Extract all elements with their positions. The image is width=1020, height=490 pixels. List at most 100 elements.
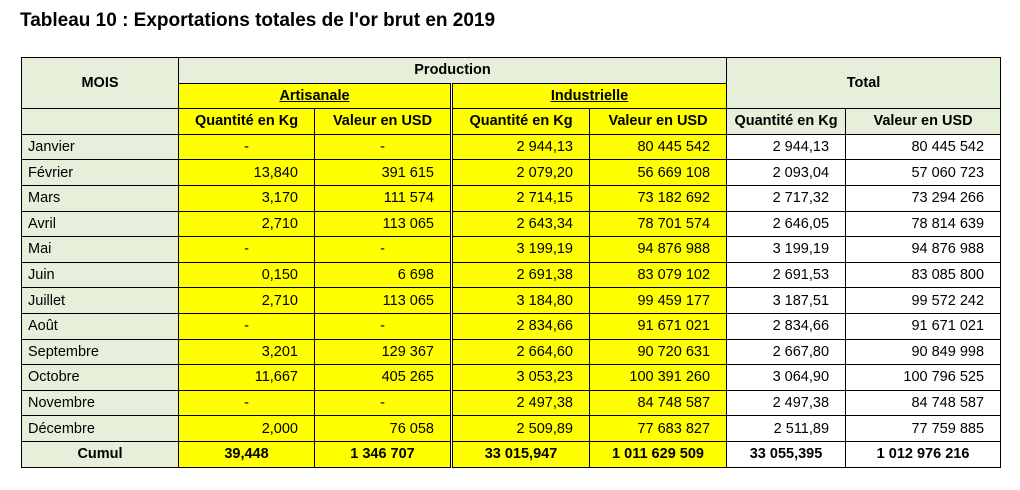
header-tot-valeur: Valeur en USD xyxy=(845,108,1002,135)
cell-ind-valeur: 100 391 260 xyxy=(588,364,728,391)
cell-art-quantite: 2,710 xyxy=(178,287,315,314)
cell-tot-valeur: 73 294 266 xyxy=(845,184,1002,212)
header-art-quantite: Quantité en Kg xyxy=(178,108,315,135)
cell-mois: Janvier xyxy=(21,133,179,161)
cell-mois: Novembre xyxy=(21,389,179,417)
cell-ind-quantite: 3 184,80 xyxy=(451,287,590,314)
cell-tot-valeur: 77 759 885 xyxy=(845,415,1002,442)
cell-art-valeur: 111 574 xyxy=(314,184,453,212)
cell-mois: Cumul xyxy=(21,440,179,468)
cell-mois: Août xyxy=(21,312,179,340)
cell-tot-valeur: 90 849 998 xyxy=(845,338,1002,366)
cell-tot-quantite: 2 944,13 xyxy=(726,133,847,161)
cell-tot-quantite: 3 199,19 xyxy=(726,236,847,263)
cell-tot-quantite: 2 667,80 xyxy=(726,338,847,366)
table-row: Juillet 2,710 113 065 3 184,80 99 459 177 3 1… xyxy=(21,287,1002,314)
cell-ind-valeur: 1 011 629 509 xyxy=(588,440,728,468)
cell-ind-quantite: 33 015,947 xyxy=(451,440,590,468)
cell-ind-quantite: 2 691,38 xyxy=(451,261,590,289)
cell-ind-quantite: 2 944,13 xyxy=(451,133,590,161)
cell-tot-quantite: 2 511,89 xyxy=(726,415,847,442)
cell-tot-quantite: 2 834,66 xyxy=(726,312,847,340)
cell-tot-quantite: 2 093,04 xyxy=(726,159,847,186)
table-row: Février 13,840 391 615 2 079,20 56 669 108 2 … xyxy=(21,159,1002,186)
cell-art-valeur: 405 265 xyxy=(314,364,453,391)
exports-table: MOIS Production Total Artisanale Industr… xyxy=(21,56,1002,468)
cell-art-valeur: - xyxy=(314,133,453,161)
cell-tot-quantite: 2 717,32 xyxy=(726,184,847,212)
table-row: Avril 2,710 113 065 2 643,34 78 701 574 2 646… xyxy=(21,210,1002,238)
cell-tot-quantite: 33 055,395 xyxy=(726,440,847,468)
header-ind-quantite: Quantité en Kg xyxy=(451,108,590,135)
cell-art-quantite: - xyxy=(178,389,315,417)
cell-mois: Mai xyxy=(21,236,179,263)
cell-mois: Avril xyxy=(21,210,179,238)
cell-art-quantite: 11,667 xyxy=(178,364,315,391)
cell-art-quantite: 3,170 xyxy=(178,184,315,212)
header-industrielle: Industrielle xyxy=(450,82,728,110)
cell-tot-valeur: 91 671 021 xyxy=(845,312,1002,340)
cell-tot-quantite: 2 691,53 xyxy=(726,261,847,289)
cell-tot-valeur: 57 060 723 xyxy=(845,159,1002,186)
cell-art-quantite: 2,000 xyxy=(178,415,315,442)
cell-tot-valeur: 80 445 542 xyxy=(845,133,1002,161)
cell-art-valeur: 129 367 xyxy=(314,338,453,366)
cell-mois: Octobre xyxy=(21,364,179,391)
table-row: Mars 3,170 111 574 2 714,15 73 182 692 2 717,… xyxy=(21,184,1002,212)
cell-art-valeur: 113 065 xyxy=(314,210,453,238)
table-row: Septembre 3,201 129 367 2 664,60 90 720 631 2… xyxy=(21,338,1002,366)
table-row: Octobre 11,667 405 265 3 053,23 100 391 260 3… xyxy=(21,364,1002,391)
cell-ind-valeur: 90 720 631 xyxy=(588,338,728,366)
page-title: Tableau 10 : Exportations totales de l'o… xyxy=(20,10,496,31)
cell-mois: Juin xyxy=(21,261,179,289)
cell-art-valeur: 6 698 xyxy=(314,261,453,289)
cell-ind-quantite: 2 643,34 xyxy=(451,210,590,238)
cell-ind-valeur: 80 445 542 xyxy=(588,133,728,161)
cell-tot-valeur: 1 012 976 216 xyxy=(845,440,1002,468)
table-row: Novembre - -2 497,38 84 748 587 2 497,38 84 7… xyxy=(21,389,1002,417)
cell-art-valeur: - xyxy=(314,389,453,417)
cell-ind-valeur: 94 876 988 xyxy=(588,236,728,263)
header-empty xyxy=(21,108,179,135)
cell-tot-valeur: 99 572 242 xyxy=(845,287,1002,314)
cell-art-valeur: - xyxy=(314,236,453,263)
table-row: Janvier - -2 944,13 80 445 542 2 944,13 80 44… xyxy=(21,133,1002,161)
cell-ind-valeur: 77 683 827 xyxy=(588,415,728,442)
cell-art-quantite: 2,710 xyxy=(178,210,315,238)
cell-ind-quantite: 2 664,60 xyxy=(451,338,590,366)
cell-tot-valeur: 78 814 639 xyxy=(845,210,1002,238)
cell-art-quantite: 13,840 xyxy=(178,159,315,186)
cell-ind-quantite: 2 509,89 xyxy=(451,415,590,442)
cell-mois: Mars xyxy=(21,184,179,212)
cell-ind-valeur: 99 459 177 xyxy=(588,287,728,314)
cell-art-quantite: 39,448 xyxy=(178,440,315,468)
header-total: Total xyxy=(726,56,1002,110)
cell-ind-valeur: 56 669 108 xyxy=(588,159,728,186)
cell-art-valeur: - xyxy=(314,312,453,340)
cell-tot-valeur: 100 796 525 xyxy=(845,364,1002,391)
cell-ind-valeur: 84 748 587 xyxy=(588,389,728,417)
cell-ind-valeur: 91 671 021 xyxy=(588,312,728,340)
cell-ind-quantite: 3 053,23 xyxy=(451,364,590,391)
cell-ind-quantite: 2 079,20 xyxy=(451,159,590,186)
cell-ind-quantite: 2 834,66 xyxy=(451,312,590,340)
header-artisanale: Artisanale xyxy=(178,82,453,110)
cell-art-valeur: 76 058 xyxy=(314,415,453,442)
cell-art-quantite: 3,201 xyxy=(178,338,315,366)
cell-tot-valeur: 84 748 587 xyxy=(845,389,1002,417)
cell-tot-valeur: 94 876 988 xyxy=(845,236,1002,263)
header-tot-quantite: Quantité en Kg xyxy=(726,108,847,135)
cell-ind-quantite: 3 199,19 xyxy=(451,236,590,263)
cell-tot-quantite: 3 064,90 xyxy=(726,364,847,391)
cell-mois: Février xyxy=(21,159,179,186)
cumul-row: Cumul 39,448 1 346 707 33 015,947 1 011 629 … xyxy=(21,440,1002,468)
cell-art-quantite: - xyxy=(178,236,315,263)
cell-ind-valeur: 73 182 692 xyxy=(588,184,728,212)
table-row: Décembre 2,000 76 058 2 509,89 77 683 827 2 5… xyxy=(21,415,1002,442)
cell-ind-valeur: 83 079 102 xyxy=(588,261,728,289)
cell-art-quantite: 0,150 xyxy=(178,261,315,289)
table-body: Janvier - -2 944,13 80 445 542 2 944,13 80 44… xyxy=(21,133,1002,468)
cell-art-quantite: - xyxy=(178,133,315,161)
table-row: Mai - -3 199,19 94 876 988 3 199,19 94 876 98… xyxy=(21,236,1002,263)
cell-tot-quantite: 2 497,38 xyxy=(726,389,847,417)
